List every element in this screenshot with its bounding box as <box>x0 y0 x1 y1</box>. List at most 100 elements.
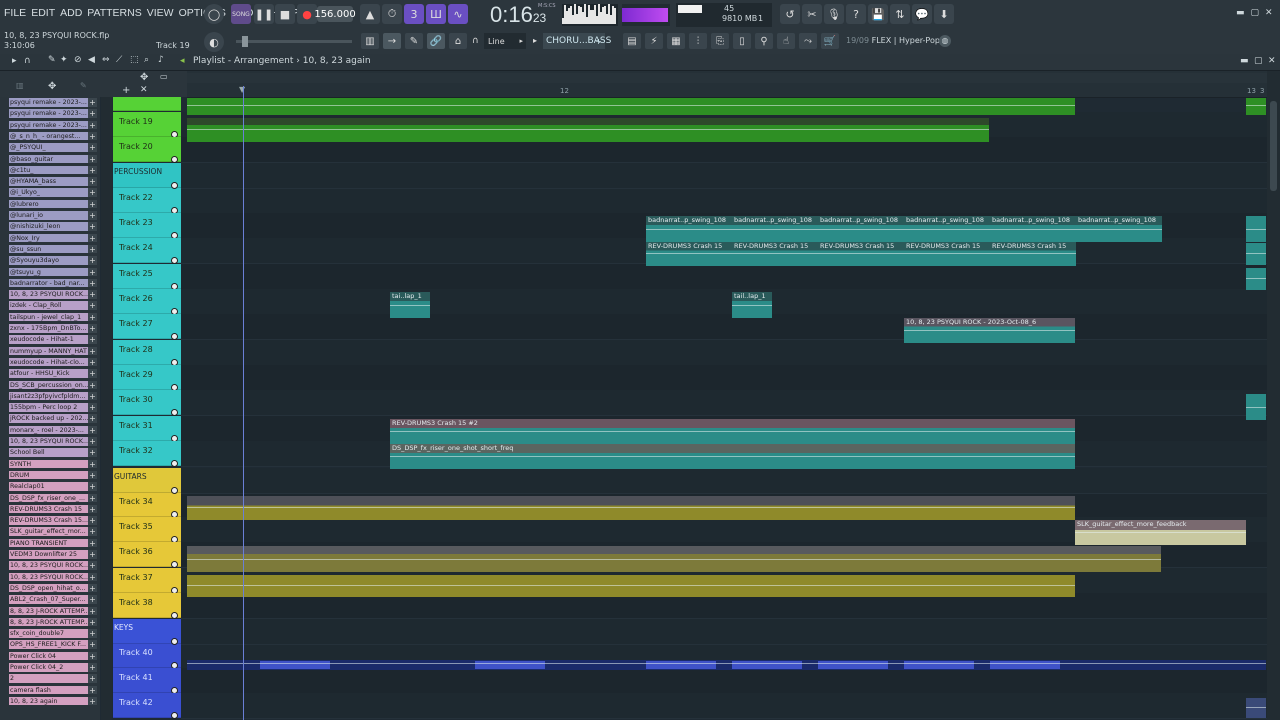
piano-roll-window-icon[interactable]: ▦ <box>667 33 685 49</box>
add-icon[interactable]: + <box>88 516 97 525</box>
add-icon[interactable]: + <box>88 256 97 265</box>
song-mode-button[interactable]: SONG <box>231 4 251 24</box>
audio-clip[interactable]: tai..lap_1 <box>390 292 430 318</box>
track-enable-led[interactable] <box>171 460 178 467</box>
channel-item[interactable]: 10, 8, 23 PSYQUI ROCK... + <box>9 561 97 571</box>
audio-clip[interactable] <box>187 660 1266 670</box>
playlist-scrollbar[interactable] <box>1267 71 1280 720</box>
audio-clip[interactable] <box>187 98 1075 115</box>
channel-item[interactable]: atfour - HHSU_Kick + <box>9 369 97 379</box>
track-header[interactable]: Track 42 <box>113 693 181 719</box>
track-header[interactable]: Track 35 <box>113 517 181 543</box>
add-icon[interactable]: + <box>88 459 97 469</box>
playlist-close-icon[interactable]: ✕ <box>1268 56 1276 66</box>
add-icon[interactable]: + <box>88 120 97 130</box>
stamp-icon[interactable]: ⌂ <box>449 33 467 49</box>
track-enable-led[interactable] <box>171 156 178 163</box>
track-lane[interactable] <box>181 390 1267 416</box>
arrangement-arrow-icon[interactable]: ◂ <box>180 56 185 66</box>
channel-item[interactable]: OPS_HS_FREE1_KICK F... + <box>9 640 97 650</box>
playlist-window-icon[interactable]: ▤ <box>623 33 641 49</box>
add-icon[interactable]: + <box>88 324 97 333</box>
audio-clip[interactable]: badnarrat..p_swing_108 <box>904 216 990 242</box>
snap-selector[interactable]: Line ▸ <box>484 33 526 49</box>
channel-item[interactable]: School Bell + <box>9 448 97 458</box>
track-header[interactable]: Track 32 <box>113 441 181 467</box>
add-icon[interactable]: + <box>88 369 97 378</box>
add-icon[interactable]: + <box>88 188 97 197</box>
track-enable-led[interactable] <box>171 333 178 340</box>
group-header[interactable]: PERCUSSION <box>113 163 181 189</box>
overview-strip[interactable] <box>187 73 1267 83</box>
help-icon[interactable]: ? <box>846 4 866 24</box>
channel-item[interactable]: 155bpm - Perc loop 2 + <box>9 403 97 413</box>
audio-clip[interactable]: badnarrat..p_swing_108 <box>732 216 818 242</box>
channel-item[interactable]: psyqui remake - 2023-... + <box>9 98 97 108</box>
audio-clip[interactable] <box>904 661 974 669</box>
track-enable-led[interactable] <box>171 257 178 264</box>
track-header[interactable]: Track 29 <box>113 365 181 391</box>
track-header[interactable]: Track 26 <box>113 289 181 315</box>
channel-list-icon[interactable]: ⎘ <box>711 33 729 49</box>
channel-item[interactable]: @nishizuki_leon + <box>9 222 97 232</box>
mixer-icon[interactable]: ⇅ <box>890 4 910 24</box>
group-lane[interactable] <box>181 163 1267 189</box>
channel-item[interactable]: DRUM + <box>9 470 97 481</box>
add-icon[interactable]: + <box>88 493 97 503</box>
channel-item[interactable]: REV-DRUMS3 Crash 15... + <box>9 516 97 526</box>
magnet-tool-icon[interactable]: ∩ <box>24 56 31 66</box>
add-icon[interactable]: + <box>88 391 97 401</box>
audio-clip[interactable] <box>818 661 888 669</box>
channel-item[interactable]: @_s_n_h_ - orangest... + <box>9 131 97 142</box>
brush-tool-icon[interactable]: ✦ <box>60 55 68 65</box>
flex-info[interactable]: 19/09 FLEX | Hyper-Pop <box>846 36 940 45</box>
piano-roll-icon[interactable]: ▥ <box>361 33 379 49</box>
channel-item[interactable]: jisant2z3pfpyivcfpldm... + <box>9 391 97 402</box>
audio-clip[interactable] <box>1246 394 1266 420</box>
channel-item[interactable]: @lunari_io + <box>9 211 97 221</box>
add-icon[interactable]: + <box>88 301 97 310</box>
menu-item-add[interactable]: ADD <box>60 7 82 19</box>
channel-item[interactable]: monarx_- roel - 2023-... + <box>9 425 97 436</box>
add-icon[interactable]: + <box>88 267 97 277</box>
zoom-tool-icon[interactable]: ⌕ <box>144 55 149 65</box>
channel-item[interactable]: nummyup - MANNY_HAT + <box>9 346 97 357</box>
routing-icon[interactable]: ⤳ <box>799 33 817 49</box>
channel-list-scrollbar[interactable] <box>101 97 112 720</box>
track-header-partial[interactable] <box>113 97 181 111</box>
audio-clip[interactable]: badnarrat..p_swing_108 <box>990 216 1076 242</box>
track-header[interactable]: Track 30 <box>113 390 181 416</box>
add-track-icon[interactable]: + <box>122 85 130 96</box>
add-icon[interactable]: + <box>88 640 97 649</box>
add-icon[interactable]: + <box>88 448 97 457</box>
snap-arrow-icon[interactable]: → <box>383 33 401 49</box>
shop-icon[interactable]: 🛒 <box>821 33 839 49</box>
pencil-tool-icon[interactable]: ✎ <box>48 55 56 65</box>
audio-clip[interactable]: SLK_guitar_effect_more_feedback <box>1075 520 1246 545</box>
channel-item[interactable]: @Nox_Iry + <box>9 233 97 244</box>
grid-icon[interactable]: ▥ <box>16 81 24 90</box>
download-icon[interactable]: ⬇ <box>934 4 954 24</box>
add-icon[interactable]: + <box>88 222 97 231</box>
channel-rack-icon[interactable]: ⚡ <box>645 33 663 49</box>
channel-item[interactable]: VEDM3 Downlifter 25 + <box>9 550 97 560</box>
add-icon[interactable]: + <box>88 177 97 186</box>
add-icon[interactable]: + <box>88 233 97 243</box>
playlist-maximize-icon[interactable]: ▢ <box>1254 56 1263 66</box>
track-lane[interactable] <box>181 264 1267 290</box>
add-icon[interactable]: + <box>88 527 97 536</box>
magnet-icon[interactable]: ∩ <box>472 36 479 46</box>
touch-icon[interactable]: ☝ <box>777 33 795 49</box>
channel-item[interactable]: 8, 8, 23 J-ROCK ATTEMP... + <box>9 606 97 616</box>
add-icon[interactable]: + <box>88 109 97 118</box>
audio-clip[interactable]: badnarrat..p_swing_108 <box>818 216 904 242</box>
add-icon[interactable]: + <box>88 425 97 435</box>
channel-item[interactable]: sfx_coin_double7 + <box>9 629 97 639</box>
add-icon[interactable]: + <box>88 617 97 627</box>
channel-item[interactable]: camera flash + <box>9 685 97 696</box>
undo-icon[interactable]: ↺ <box>780 4 800 24</box>
play-icon[interactable]: ▸ <box>12 56 17 66</box>
channel-item[interactable]: Realclap01 + <box>9 482 97 492</box>
add-icon[interactable]: + <box>88 482 97 491</box>
channel-item[interactable]: 10, 8, 23 again + <box>9 696 97 707</box>
